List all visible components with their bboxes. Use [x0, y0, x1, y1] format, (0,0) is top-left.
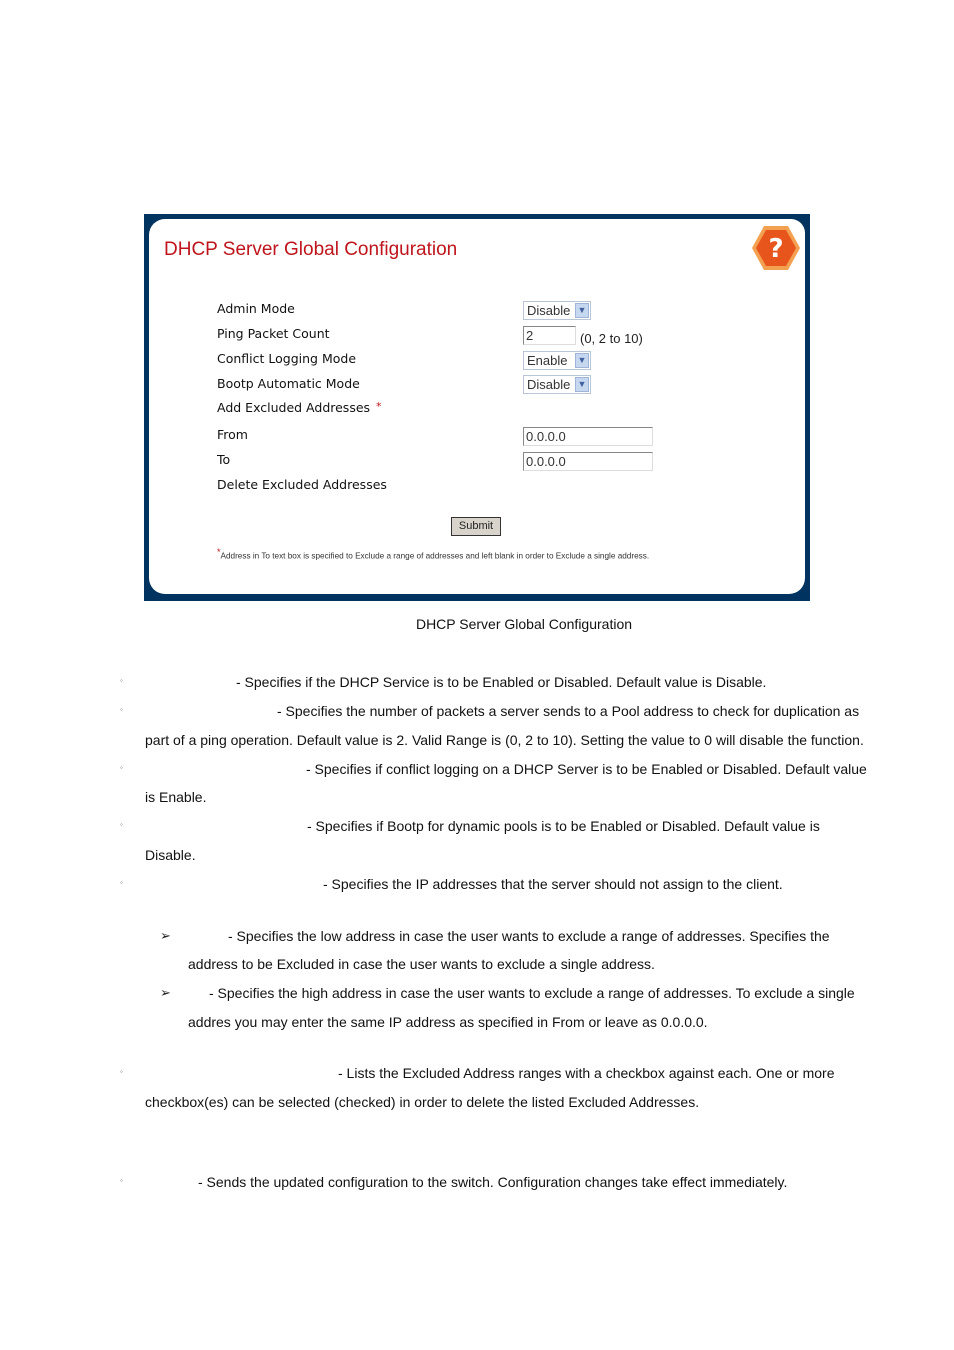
chevron-down-icon: ▼ — [575, 377, 589, 392]
desc-to-line1: - Specifies the high address in case the… — [209, 985, 855, 1001]
ping-packet-count-hint: (0, 2 to 10) — [580, 331, 643, 346]
desc-submit: - Sends the updated configuration to the… — [198, 1174, 788, 1190]
desc-bootp-line1: - Specifies if Bootp for dynamic pools i… — [307, 818, 820, 834]
dhcp-config-panel: DHCP Server Global Configuration ? Admin… — [149, 219, 805, 594]
desc-to-line2: addres you may enter the same IP address… — [188, 1014, 708, 1030]
bullet-icon: ◦ — [120, 676, 123, 685]
add-excluded-addresses-text: Add Excluded Addresses — [217, 400, 371, 415]
bootp-automatic-mode-select[interactable]: Disable ▼ — [523, 375, 591, 394]
chevron-down-icon: ▼ — [575, 353, 589, 368]
desc-admin-mode: - Specifies if the DHCP Service is to be… — [236, 674, 767, 690]
desc-conflict-line2: is Enable. — [145, 789, 207, 805]
ping-packet-count-input[interactable]: 2 — [523, 326, 576, 345]
svg-text:?: ? — [768, 234, 783, 264]
bullet-icon: ◦ — [120, 878, 123, 887]
figure-caption: DHCP Server Global Configuration — [415, 616, 633, 632]
conflict-logging-mode-select[interactable]: Enable ▼ — [523, 351, 591, 370]
conflict-logging-mode-label: Conflict Logging Mode — [217, 351, 357, 366]
desc-from-line1: - Specifies the low address in case the … — [228, 928, 830, 944]
chevron-down-icon: ▼ — [575, 303, 589, 318]
to-address-input[interactable]: 0.0.0.0 — [523, 452, 653, 471]
desc-ping-line2: part of a ping operation. Default value … — [145, 732, 864, 748]
bullet-icon: ◦ — [120, 1176, 123, 1185]
bullet-icon: ◦ — [120, 1067, 123, 1076]
required-asterisk: * — [376, 400, 382, 413]
desc-delete-line2: checkbox(es) can be selected (checked) i… — [145, 1094, 700, 1110]
from-address-input[interactable]: 0.0.0.0 — [523, 427, 653, 446]
desc-conflict-line1: - Specifies if conflict logging on a DHC… — [306, 761, 867, 777]
dhcp-config-panel-frame: DHCP Server Global Configuration ? Admin… — [144, 214, 810, 601]
delete-excluded-addresses-label: Delete Excluded Addresses — [217, 477, 387, 492]
from-label: From — [217, 427, 248, 442]
desc-delete-line1: - Lists the Excluded Address ranges with… — [338, 1065, 835, 1081]
bullet-icon: ◦ — [120, 820, 123, 829]
desc-bootp-line2: Disable. — [145, 847, 196, 863]
footnote-text: Address in To text box is specified to E… — [220, 551, 650, 561]
footnote: *Address in To text box is specified to … — [217, 547, 649, 561]
arrow-bullet-icon: ➢ — [160, 928, 171, 943]
help-icon[interactable]: ? — [750, 224, 802, 272]
page-title: DHCP Server Global Configuration — [164, 239, 458, 260]
ping-packet-count-label: Ping Packet Count — [217, 326, 330, 341]
to-label: To — [217, 452, 231, 467]
conflict-logging-mode-value: Enable — [527, 353, 568, 368]
admin-mode-select[interactable]: Disable ▼ — [523, 301, 591, 320]
arrow-bullet-icon: ➢ — [160, 985, 171, 1000]
admin-mode-label: Admin Mode — [217, 301, 295, 316]
desc-add-excluded: - Specifies the IP addresses that the se… — [323, 876, 783, 892]
desc-from-line2: address to be Excluded in case the user … — [188, 956, 655, 972]
desc-ping-line1: - Specifies the number of packets a serv… — [277, 703, 860, 719]
add-excluded-addresses-label: Add Excluded Addresses * — [217, 400, 382, 415]
bullet-icon: ◦ — [120, 763, 123, 772]
bullet-icon: ◦ — [120, 705, 123, 714]
bootp-automatic-mode-label: Bootp Automatic Mode — [217, 376, 360, 391]
submit-button[interactable]: Submit — [451, 517, 501, 536]
bootp-automatic-mode-value: Disable — [527, 377, 571, 392]
admin-mode-value: Disable — [527, 303, 571, 318]
